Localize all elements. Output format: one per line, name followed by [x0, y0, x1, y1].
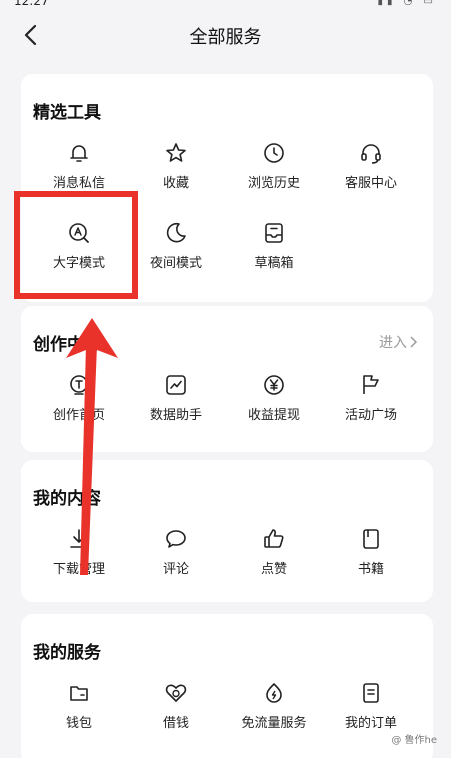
item-messages[interactable]: 消息私信 — [29, 140, 129, 191]
free-data-icon — [261, 680, 287, 706]
clock-icon — [261, 140, 287, 166]
item-likes[interactable]: 点赞 — [224, 526, 324, 577]
section-my-services: 我的服务 钱包 借钱 免流量服务 我的订单 — [21, 614, 433, 758]
item-label: 客服中心 — [344, 176, 397, 191]
section-title: 创作中心 — [33, 335, 101, 355]
enter-label: 进入 — [379, 335, 407, 351]
item-label: 活动广场 — [344, 408, 397, 423]
thumbs-up-icon — [261, 526, 287, 552]
wallet-icon — [66, 680, 92, 706]
book-icon — [358, 526, 384, 552]
item-label: 免流量服务 — [241, 716, 307, 731]
item-large-font-mode[interactable]: 大字模式 — [29, 220, 129, 271]
item-my-orders[interactable]: 我的订单 — [321, 680, 421, 731]
item-label: 创作首页 — [52, 408, 105, 423]
item-label: 消息私信 — [52, 176, 105, 191]
status-time: 12:27 — [14, 0, 49, 8]
creator-home-icon — [66, 372, 92, 398]
star-icon — [163, 140, 189, 166]
item-activity-plaza[interactable]: 活动广场 — [321, 372, 421, 423]
item-books[interactable]: 书籍 — [321, 526, 421, 577]
comment-icon — [163, 526, 189, 552]
item-label: 点赞 — [260, 562, 287, 577]
section-creator-center: 创作中心 进入 创作首页 数据助手 收益提现 活动广场 — [21, 306, 433, 452]
item-borrow-money[interactable]: 借钱 — [126, 680, 226, 731]
section-title: 精选工具 — [33, 103, 101, 123]
item-label: 我的订单 — [344, 716, 397, 731]
item-history[interactable]: 浏览历史 — [224, 140, 324, 191]
item-free-data-service[interactable]: 免流量服务 — [224, 680, 324, 731]
item-label: 收益提现 — [247, 408, 300, 423]
chevron-right-icon — [410, 336, 417, 348]
yuan-coin-icon — [261, 372, 287, 398]
watermark-text: @ 鲁作he — [391, 735, 437, 746]
watermark: @ 鲁作he — [391, 731, 437, 746]
item-download-manager[interactable]: 下载管理 — [29, 526, 129, 577]
item-label: 浏览历史 — [247, 176, 300, 191]
item-night-mode[interactable]: 夜间模式 — [126, 220, 226, 271]
moon-icon — [163, 220, 189, 246]
data-chart-icon — [163, 372, 189, 398]
draft-box-icon — [261, 220, 287, 246]
item-drafts[interactable]: 草稿箱 — [224, 220, 324, 271]
order-icon — [358, 680, 384, 706]
item-label: 收藏 — [162, 176, 189, 191]
item-label: 书籍 — [357, 562, 384, 577]
item-comments[interactable]: 评论 — [126, 526, 226, 577]
header: 全部服务 — [0, 14, 451, 58]
section-featured-tools: 精选工具 消息私信 收藏 浏览历史 客服中心 大字模式 夜间模式 草稿箱 — [21, 74, 433, 302]
loan-icon — [163, 680, 189, 706]
flag-icon — [358, 372, 384, 398]
headset-icon — [358, 140, 384, 166]
enter-link[interactable]: 进入 — [379, 332, 417, 352]
section-my-content: 我的内容 下载管理 评论 点赞 书籍 — [21, 460, 433, 602]
item-label: 大字模式 — [52, 256, 105, 271]
item-label: 数据助手 — [149, 408, 202, 423]
item-customer-service[interactable]: 客服中心 — [321, 140, 421, 191]
item-label: 评论 — [162, 562, 189, 577]
item-label: 钱包 — [65, 716, 92, 731]
item-wallet[interactable]: 钱包 — [29, 680, 129, 731]
item-label: 夜间模式 — [149, 256, 202, 271]
item-earnings-withdraw[interactable]: 收益提现 — [224, 372, 324, 423]
section-title: 我的内容 — [33, 489, 101, 509]
item-favorites[interactable]: 收藏 — [126, 140, 226, 191]
item-label: 借钱 — [162, 716, 189, 731]
item-creator-home[interactable]: 创作首页 — [29, 372, 129, 423]
item-data-assistant[interactable]: 数据助手 — [126, 372, 226, 423]
status-bar: 12:27 ▮▮ ◔ ▭ — [0, 0, 451, 10]
large-font-icon — [66, 220, 92, 246]
status-icons: ▮▮ ◔ ▭ — [377, 0, 437, 7]
page-title: 全部服务 — [189, 27, 262, 48]
section-title: 我的服务 — [33, 643, 101, 663]
bell-icon — [66, 140, 92, 166]
item-label: 下载管理 — [52, 562, 105, 577]
item-label: 草稿箱 — [254, 256, 294, 271]
download-icon — [66, 526, 92, 552]
